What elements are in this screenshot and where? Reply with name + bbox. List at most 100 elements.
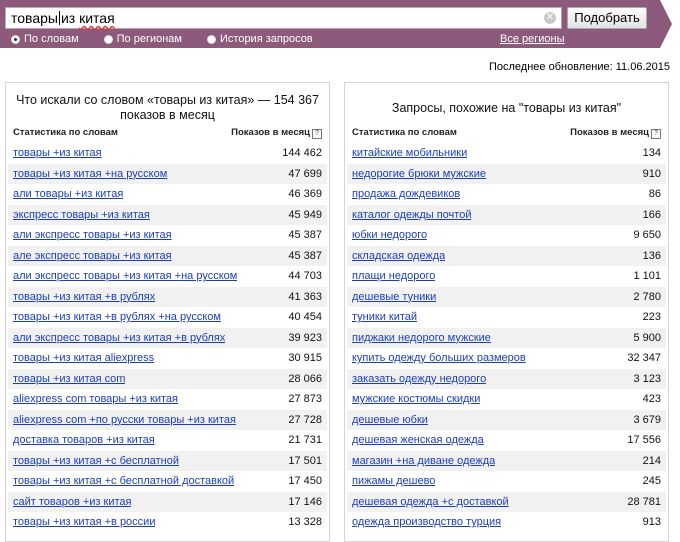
query-link[interactable]: aliexpress com товары +из китая	[13, 393, 178, 405]
table-row: али товары +из китая 46 369	[8, 184, 327, 205]
impressions-count: 41 363	[288, 290, 322, 303]
search-band: товары из китая ✕ Подобрать По словам По …	[0, 0, 680, 50]
table-row: але экспресс товары +из китая 45 387	[8, 245, 327, 266]
impressions-count: 166	[642, 208, 661, 221]
impressions-count: 40 454	[288, 311, 322, 324]
query-link[interactable]: товары +из китая +с бесплатной доставкой	[13, 475, 234, 487]
search-query: товары из китая	[11, 10, 115, 27]
query-link[interactable]: товары +из китая +в рублях +на русском	[13, 311, 221, 323]
query-link[interactable]: али экспресс товары +из китая +на русско…	[13, 270, 237, 282]
submit-button[interactable]: Подобрать	[567, 7, 647, 29]
table-row: китайские мобильники 134	[347, 143, 666, 164]
help-icon[interactable]: ?	[312, 129, 322, 139]
query-link[interactable]: товары +из китая +в россии	[13, 516, 155, 528]
mode-by-words[interactable]: По словам	[11, 33, 79, 45]
impressions-count: 136	[642, 249, 661, 262]
radio-icon	[207, 34, 216, 44]
clear-icon[interactable]: ✕	[544, 12, 556, 24]
query-link[interactable]: товары +из китая com	[13, 373, 125, 385]
impressions-count: 27 873	[288, 393, 322, 406]
mode-label: По регионам	[116, 33, 182, 45]
similar-queries-panel: Запросы, похожие на "товары из китая" Ст…	[344, 82, 669, 542]
column-header-count-label: Показов в месяц	[570, 127, 649, 138]
query-link[interactable]: плащи недорого	[352, 270, 435, 282]
radio-icon	[11, 34, 20, 44]
impressions-count: 134	[642, 147, 661, 160]
impressions-count: 47 699	[288, 167, 322, 180]
query-link[interactable]: але экспресс товары +из китая	[13, 250, 172, 262]
impressions-count: 144 462	[282, 147, 322, 160]
table-row: дешевая женская одежда 17 556	[347, 430, 666, 451]
table-row: али экспресс товары +из китая 45 387	[8, 225, 327, 246]
mode-label: По словам	[24, 33, 79, 45]
table-row: экспресс товары +из китая 45 949	[8, 204, 327, 225]
query-link[interactable]: товары +из китая +в рублях	[13, 291, 155, 303]
table-row: юбки недорого 9 650	[347, 225, 666, 246]
query-link[interactable]: товары +из китая +на русском	[13, 168, 167, 180]
query-link[interactable]: дешевые юбки	[352, 414, 428, 426]
impressions-count: 86	[648, 188, 661, 201]
table-row: пижамы дешево 245	[347, 471, 666, 492]
mode-label: История запросов	[220, 33, 313, 45]
query-link[interactable]: али экспресс товары +из китая +в рублях	[13, 332, 225, 344]
query-link[interactable]: магазин +на диване одежда	[352, 455, 495, 467]
table-header: Статистика по словам Показов в месяц?	[13, 127, 322, 139]
query-link[interactable]: китайские мобильники	[352, 147, 467, 159]
query-link[interactable]: каталог одежды почтой	[352, 209, 471, 221]
impressions-count: 30 915	[288, 352, 322, 365]
impressions-count: 3 679	[633, 413, 661, 426]
impressions-count: 245	[642, 475, 661, 488]
query-link[interactable]: мужские костюмы скидки	[352, 393, 480, 405]
help-icon[interactable]: ?	[651, 129, 661, 139]
query-link[interactable]: пижамы дешево	[352, 475, 435, 487]
query-link[interactable]: купить одежду больших размеров	[352, 352, 526, 364]
query-link[interactable]: товары +из китая +с бесплатной	[13, 455, 179, 467]
all-regions-link[interactable]: Все регионы	[500, 33, 565, 45]
table-row: складская одежда 136	[347, 245, 666, 266]
search-mode-group: По словам По регионам История запросов	[11, 33, 338, 45]
table-row: одежда производство турция 913	[347, 512, 666, 533]
query-link[interactable]: али товары +из китая	[13, 188, 123, 200]
table-row: сайт товаров +из китая 17 146	[8, 491, 327, 512]
table-row: купить одежду больших размеров 32 347	[347, 348, 666, 369]
impressions-count: 27 728	[288, 413, 322, 426]
query-link[interactable]: одежда производство турция	[352, 516, 501, 528]
word-stats-table: товары +из китая 144 462 товары +из китая …	[8, 143, 327, 533]
impressions-count: 17 450	[288, 475, 322, 488]
table-header: Статистика по словам Показов в месяц?	[352, 127, 661, 139]
query-link[interactable]: продажа дождевиков	[352, 188, 460, 200]
query-link[interactable]: дешевая женская одежда	[352, 434, 484, 446]
query-link[interactable]: сайт товаров +из китая	[13, 496, 131, 508]
query-link[interactable]: заказать одежду недорого	[352, 373, 486, 385]
table-row: дешевые туники 2 780	[347, 286, 666, 307]
last-update-text: Последнее обновление: 11.06.2015	[488, 61, 670, 73]
column-header-count: Показов в месяц?	[231, 127, 322, 139]
search-input[interactable]: товары из китая ✕	[5, 7, 562, 29]
query-link[interactable]: юбки недорого	[352, 229, 427, 241]
query-link[interactable]: али экспресс товары +из китая	[13, 229, 172, 241]
query-link[interactable]: aliexpress com +по русски товары +из кит…	[13, 414, 236, 426]
table-row: товары +из китая +с бесплатной 17 501	[8, 450, 327, 471]
query-link[interactable]: дешевые туники	[352, 291, 436, 303]
impressions-count: 910	[642, 167, 661, 180]
table-row: али экспресс товары +из китая +в рублях 3…	[8, 327, 327, 348]
impressions-count: 28 781	[627, 495, 661, 508]
query-link[interactable]: пиджаки недорого мужские	[352, 332, 491, 344]
query-link[interactable]: доставка товаров +из китая	[13, 434, 155, 446]
column-header-query: Статистика по словам	[352, 127, 457, 138]
impressions-count: 17 501	[288, 454, 322, 467]
query-link[interactable]: дешевая одежда +с доставкой	[352, 496, 509, 508]
query-link[interactable]: складская одежда	[352, 250, 445, 262]
table-row: товары +из китая com 28 066	[8, 368, 327, 389]
query-link[interactable]: экспресс товары +из китая	[13, 209, 150, 221]
query-link[interactable]: туники китай	[352, 311, 417, 323]
query-link[interactable]: товары +из китая	[13, 147, 102, 159]
table-row: aliexpress com товары +из китая 27 873	[8, 389, 327, 410]
query-link[interactable]: недорогие брюки мужские	[352, 168, 486, 180]
mode-by-regions[interactable]: По регионам	[103, 33, 182, 45]
query-word-1: товары	[11, 10, 58, 26]
similar-queries-table: китайские мобильники 134 недорогие брюки м…	[347, 143, 666, 533]
mode-history[interactable]: История запросов	[207, 33, 313, 45]
table-row: мужские костюмы скидки 423	[347, 389, 666, 410]
query-link[interactable]: товары +из китая aliexpress	[13, 352, 154, 364]
